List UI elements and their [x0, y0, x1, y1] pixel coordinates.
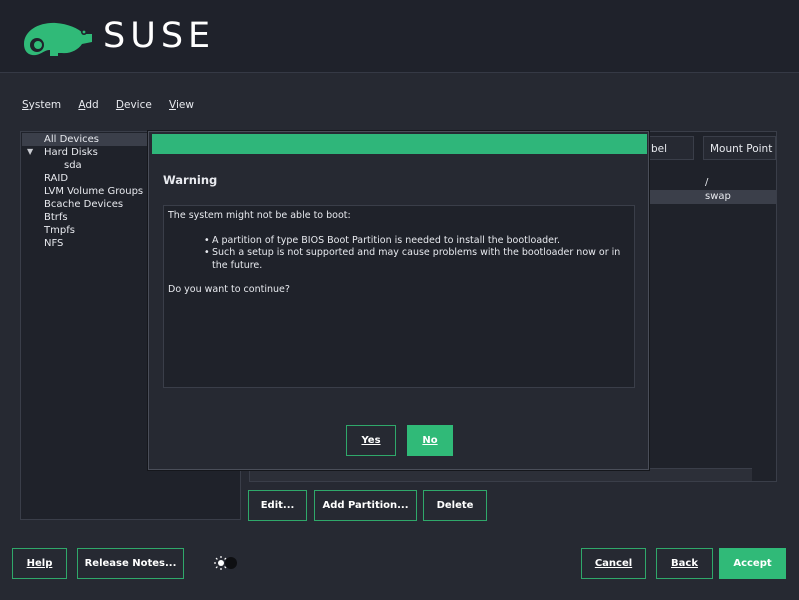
tree-item-raid[interactable]: RAID — [44, 172, 68, 185]
tree-item-bcache[interactable]: Bcache Devices — [44, 198, 123, 211]
tree-item-btrfs[interactable]: Btrfs — [44, 211, 68, 224]
table-cell-mount[interactable]: / — [705, 176, 708, 190]
yes-button[interactable]: Yes — [346, 425, 396, 456]
tree-item-label: Tmpfs — [44, 225, 75, 236]
dialog-heading: Warning — [163, 173, 218, 187]
no-button-label: No — [422, 435, 438, 446]
release-notes-button-label: Release Notes... — [84, 558, 177, 569]
message-intro: The system might not be able to boot: — [168, 210, 351, 221]
delete-button-label: Delete — [436, 500, 474, 511]
menu-bar: System Add Device View — [22, 99, 208, 113]
tree-item-label: sda — [64, 160, 82, 171]
message-bullet: Such a setup is not supported and may ca… — [204, 247, 630, 272]
dialog-title-bar[interactable] — [152, 134, 647, 154]
tree-item-label: Btrfs — [44, 212, 68, 223]
column-header-label[interactable]: bel — [644, 136, 694, 160]
brand-name: SUSE — [103, 16, 216, 56]
header-bar: SUSE — [0, 0, 799, 73]
back-button[interactable]: Back — [656, 548, 713, 579]
tree-item-label: NFS — [44, 238, 64, 249]
no-button[interactable]: No — [407, 425, 453, 456]
edit-button[interactable]: Edit... — [248, 490, 307, 521]
message-bullet: A partition of type BIOS Boot Partition … — [204, 235, 630, 248]
accept-button-label: Accept — [733, 558, 772, 569]
message-question: Do you want to continue? — [168, 284, 290, 295]
dialog-message: The system might not be able to boot: A … — [163, 205, 635, 388]
cancel-button[interactable]: Cancel — [581, 548, 646, 579]
menu-device[interactable]: Device — [116, 99, 152, 111]
menu-view[interactable]: View — [169, 99, 194, 111]
sun-moon-toggle-icon[interactable] — [213, 555, 239, 571]
tree-item-lvm[interactable]: LVM Volume Groups — [44, 185, 143, 198]
accept-button[interactable]: Accept — [719, 548, 786, 579]
cancel-button-label: Cancel — [594, 558, 633, 569]
tree-item-tmpfs[interactable]: Tmpfs — [44, 224, 75, 237]
menu-add[interactable]: Add — [78, 99, 98, 111]
add-partition-button-label: Add Partition... — [322, 500, 409, 511]
tree-item-hard-disks[interactable]: Hard Disks — [44, 146, 98, 159]
delete-button[interactable]: Delete — [423, 490, 487, 521]
tree-item-sda[interactable]: sda — [64, 159, 82, 172]
help-button[interactable]: Help — [12, 548, 67, 579]
tree-item-label: RAID — [44, 173, 69, 184]
tree-item-label: Hard Disks — [44, 147, 98, 158]
warning-dialog: Warning The system might not be able to … — [148, 131, 649, 470]
edit-button-label: Edit... — [260, 500, 295, 511]
message-bullets: A partition of type BIOS Boot Partition … — [204, 235, 630, 273]
tree-item-nfs[interactable]: NFS — [44, 237, 63, 250]
back-button-label: Back — [671, 558, 698, 569]
column-header-mount-point[interactable]: Mount Point — [703, 136, 776, 160]
add-partition-button[interactable]: Add Partition... — [314, 490, 417, 521]
triangle-down-icon[interactable]: ▼ — [27, 147, 33, 156]
menu-system[interactable]: System — [22, 99, 61, 111]
release-notes-button[interactable]: Release Notes... — [77, 548, 184, 579]
yes-button-label: Yes — [361, 435, 381, 446]
help-button-label: Help — [26, 558, 53, 569]
tree-item-label: LVM Volume Groups — [44, 186, 144, 197]
suse-chameleon-logo-icon — [24, 22, 92, 56]
tree-item-label: Bcache Devices — [44, 199, 124, 210]
tree-item-label: All Devices — [44, 134, 99, 145]
table-cell-mount[interactable]: swap — [705, 190, 731, 204]
